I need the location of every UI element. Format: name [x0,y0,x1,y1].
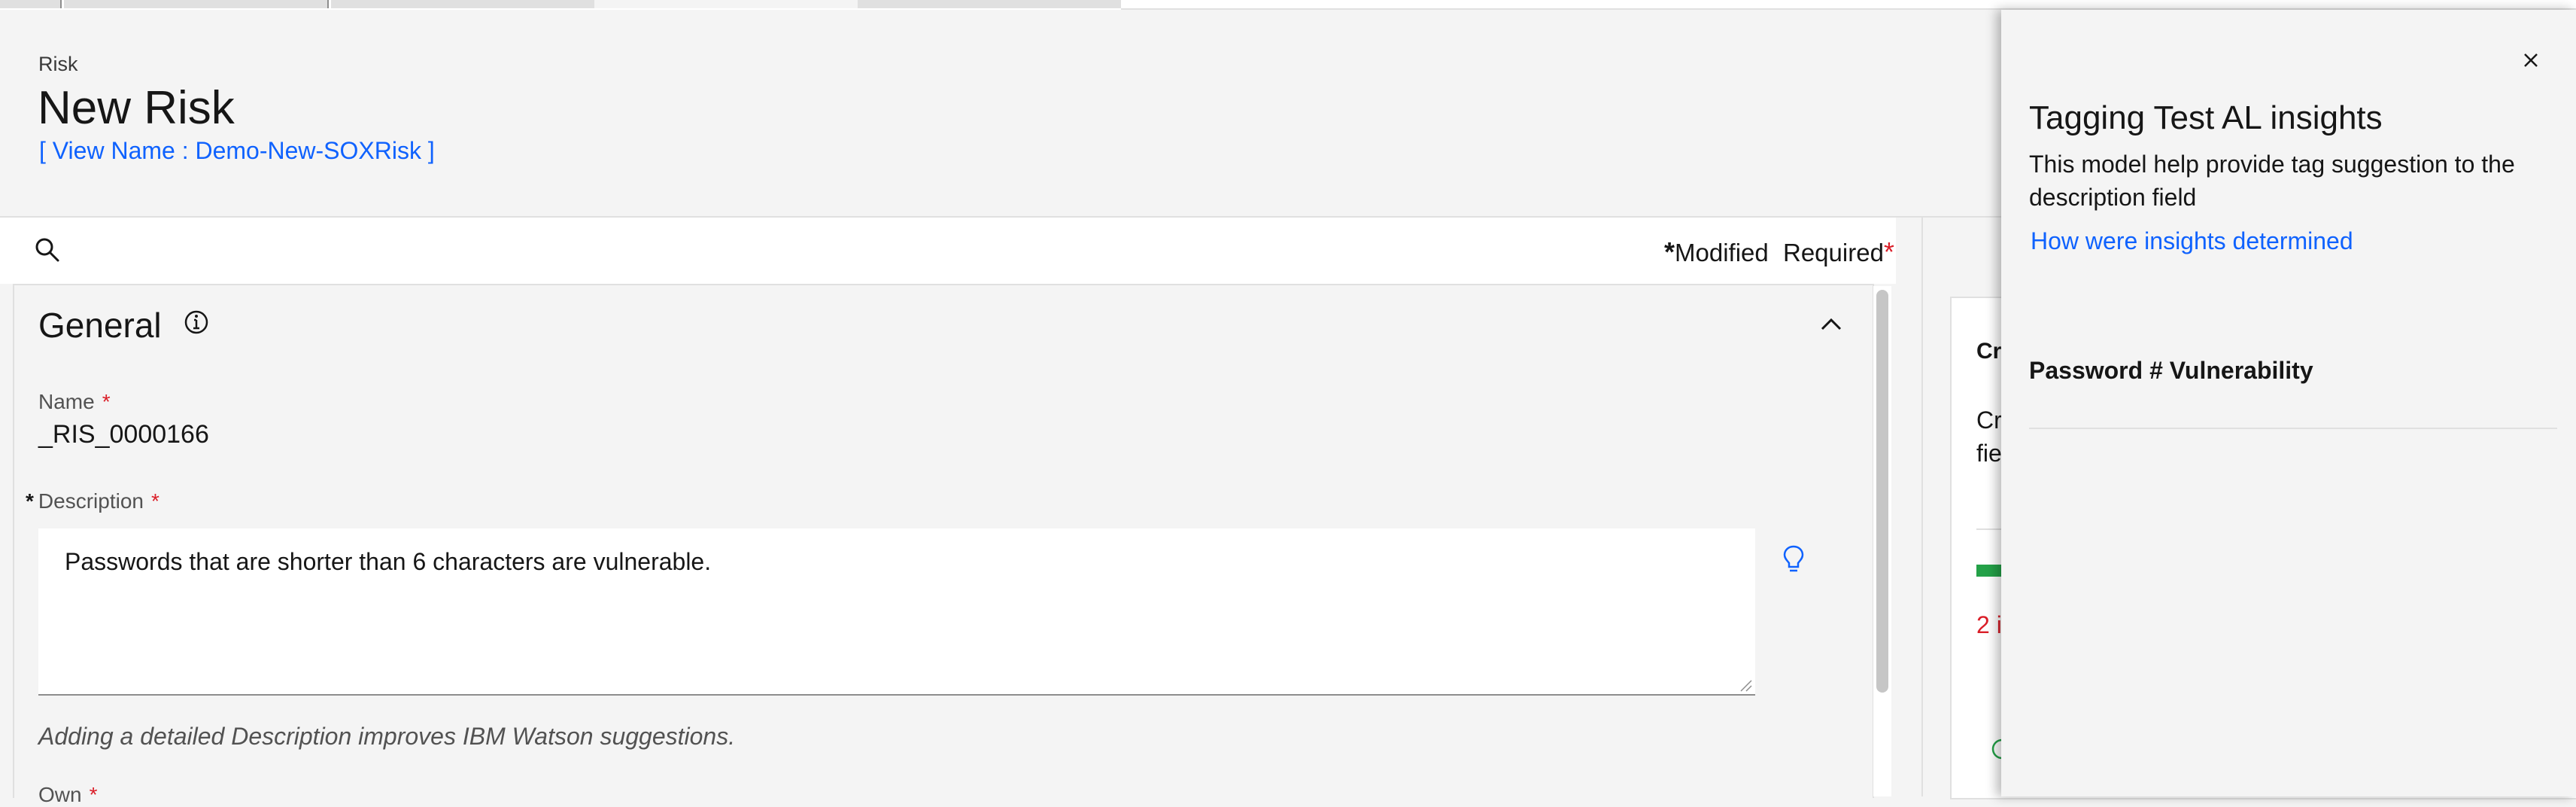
description-textarea[interactable]: Passwords that are shorter than 6 charac… [38,528,1755,696]
right-card-title: Cr [1976,339,2002,364]
modified-label: Modified [1675,239,1769,266]
tab-4-active[interactable] [594,0,858,8]
tab-1[interactable] [0,0,62,8]
page-title: New Risk [38,82,235,134]
suggestion-divider [2029,428,2557,429]
tab-5[interactable] [858,0,1121,8]
view-name-link[interactable]: [ View Name : Demo-New-SOXRisk ] [39,137,435,165]
modified-legend: *Modified [1664,236,1769,268]
right-card-issues-count: 2 i [1976,611,2002,638]
insights-panel-title: Tagging Test AL insights [2029,99,2383,136]
resize-grip-icon[interactable] [1739,679,1753,693]
chevron-up-icon[interactable] [1819,314,1843,335]
name-required-mark: * [102,390,111,413]
owner-required-mark: * [89,783,98,806]
insights-panel-description: This model help provide tag suggestion t… [2029,151,2515,211]
section-title: General [38,306,162,345]
description-modified-mark: * [26,489,34,513]
description-label-text: Description [38,489,144,513]
form-toolbar [0,218,1896,284]
close-icon[interactable] [2520,50,2541,71]
info-icon[interactable] [183,309,210,336]
required-star: * [1883,236,1894,267]
name-label: Name * [38,390,111,414]
owner-label: Own * [38,783,97,807]
right-card-text-line-1: Cr [1976,407,2002,434]
tab-3[interactable] [331,0,594,8]
search-icon[interactable] [33,236,60,263]
lightbulb-icon[interactable] [1782,544,1806,574]
owner-label-text: Own [38,783,82,806]
insights-explanation-link[interactable]: How were insights determined [2031,227,2353,255]
tag-suggestion[interactable]: Password # Vulnerability [2029,357,2313,385]
breadcrumb: Risk [38,53,78,75]
description-required-mark: * [150,489,159,513]
right-card-text-line-2: fie [1976,440,2002,467]
required-label: Required [1783,239,1884,266]
description-label: * Description * [26,489,159,513]
name-label-text: Name [38,390,95,413]
tab-2[interactable] [64,0,329,8]
scrollbar-thumb[interactable] [1876,290,1888,693]
name-value: _RIS_0000166 [38,420,209,449]
description-helper-text: Adding a detailed Description improves I… [38,723,736,750]
required-legend: Required* [1783,236,1894,268]
modified-star: * [1664,236,1675,267]
